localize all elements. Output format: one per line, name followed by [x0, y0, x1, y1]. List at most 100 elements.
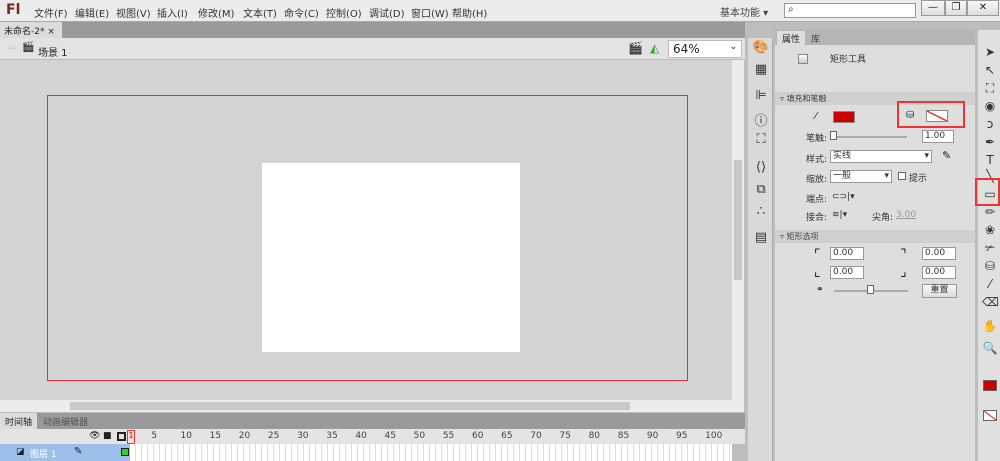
swatches-icon[interactable]: ▦	[752, 62, 770, 80]
frame-number: 35	[326, 431, 338, 441]
restore-button[interactable]: ❐	[945, 0, 967, 16]
menu-item[interactable]: 编辑(E)	[75, 5, 109, 20]
bone-tool-icon[interactable]: ✃	[982, 240, 998, 256]
color-icon[interactable]: 🎨	[752, 40, 770, 58]
style-value: 实线	[833, 151, 852, 161]
cap-select[interactable]: ⊂⊃|▾	[832, 192, 855, 202]
fill-color-swatch[interactable]	[926, 110, 948, 122]
playhead[interactable]: 1	[127, 430, 135, 444]
close-tab-icon[interactable]: ×	[47, 27, 55, 37]
scale-label: 缩放:	[806, 175, 828, 185]
menu-item[interactable]: 文本(T)	[243, 5, 277, 20]
chevron-down-icon: ▾	[924, 151, 929, 161]
layer-color-icon[interactable]	[121, 448, 129, 456]
stroke-color-swatch[interactable]	[833, 111, 855, 123]
corner-br-input[interactable]: 0.00	[922, 266, 956, 279]
pencil-tool-icon[interactable]: ✏	[982, 204, 998, 220]
style-select[interactable]: 实线 ▾	[830, 150, 932, 163]
eyedropper-tool-icon[interactable]: ⁄	[982, 276, 998, 292]
eye-icon[interactable]: 👁	[89, 431, 100, 441]
close-button[interactable]: ✕	[967, 0, 999, 16]
frame-number: 60	[471, 431, 484, 441]
rectangle-shape[interactable]	[262, 163, 520, 352]
menu-item[interactable]: 视图(V)	[116, 5, 151, 20]
tab-library[interactable]: 库	[806, 31, 825, 45]
zoom-select[interactable]: 64% ⌄	[668, 40, 742, 58]
align-icon[interactable]: ⊫	[752, 88, 770, 106]
toolbar-stroke-color[interactable]	[983, 380, 997, 391]
rect-options-section[interactable]: ▿ 矩形选项	[775, 230, 975, 243]
outline-icon[interactable]	[117, 432, 126, 441]
hint-checkbox[interactable]	[898, 172, 906, 180]
motion-presets-icon[interactable]: ∴	[752, 204, 770, 222]
back-arrow-icon[interactable]: ⇦	[8, 43, 16, 54]
miter-value[interactable]: 3.00	[896, 210, 916, 220]
document-tab[interactable]: 未命名-2* ×	[0, 22, 62, 38]
toolbar-fill-color[interactable]	[983, 410, 997, 421]
stroke-slider-track[interactable]	[832, 136, 907, 138]
paint-bucket-tool-icon[interactable]: ⛁	[982, 258, 998, 274]
document-tab-label: 未命名-2*	[4, 27, 45, 37]
layer-name[interactable]: 图层 1	[30, 447, 57, 460]
chevron-down-icon: ▾	[884, 171, 889, 181]
frame-number: 40	[355, 431, 367, 441]
tab-timeline[interactable]: 时间轴	[0, 413, 38, 429]
pen-tool-icon[interactable]: ✒	[982, 134, 998, 150]
reset-button[interactable]: 重置	[922, 284, 957, 298]
vertical-scroll-thumb[interactable]	[734, 160, 742, 280]
horizontal-scroll-thumb[interactable]	[70, 402, 630, 410]
frame-number: 30	[297, 431, 309, 441]
menu-item[interactable]: 文件(F)	[34, 5, 68, 20]
edit-stroke-style-icon[interactable]: ✎	[942, 149, 951, 162]
frame-grid[interactable]	[130, 444, 732, 461]
tab-properties[interactable]: 属性	[777, 31, 806, 45]
text-tool-icon[interactable]: T	[982, 152, 998, 168]
corner-tl-input[interactable]: 0.00	[830, 247, 864, 260]
corner-bl-input[interactable]: 0.00	[830, 266, 864, 279]
subselection-tool-icon[interactable]: ↖	[982, 62, 998, 78]
menu-item[interactable]: 控制(O)	[326, 5, 362, 20]
menu-item[interactable]: 修改(M)	[198, 5, 234, 20]
info-icon[interactable]: ⓘ	[752, 110, 770, 129]
edit-scene-icon[interactable]: 🎬	[628, 41, 643, 55]
components-icon[interactable]: ⧉	[752, 182, 770, 200]
menu-item[interactable]: 命令(C)	[284, 5, 319, 20]
scene-label: 场景 1	[38, 48, 68, 59]
lock-icon[interactable]: ■	[103, 431, 112, 441]
free-transform-tool-icon[interactable]: ⛶	[982, 80, 998, 96]
workspace-switcher[interactable]: 基本功能 ▾	[720, 4, 768, 19]
scale-select[interactable]: 一般 ▾	[830, 170, 892, 183]
app-logo: Fl	[6, 2, 21, 18]
code-snippets-icon[interactable]: ⟨⟩	[752, 160, 770, 178]
menu-item[interactable]: 插入(I)	[157, 5, 188, 20]
section-title: 填充和笔触	[786, 94, 827, 103]
lasso-tool-icon[interactable]: ↄ	[982, 116, 998, 132]
project-icon[interactable]: ▤	[752, 230, 770, 248]
hand-tool-icon[interactable]: ✋	[982, 318, 998, 334]
transform-icon[interactable]: ⛶	[752, 132, 770, 150]
selection-tool-icon[interactable]: ➤	[982, 44, 998, 60]
frame-number: 90	[646, 431, 659, 441]
link-icon[interactable]: ⚭	[816, 285, 824, 295]
menu-item[interactable]: 帮助(H)	[452, 5, 487, 20]
tab-motion-editor[interactable]: 动画编辑器	[38, 413, 93, 429]
zoom-tool-icon[interactable]: 🔍	[982, 340, 998, 356]
search-input[interactable]: ⌕	[784, 3, 916, 18]
corner-slider-thumb[interactable]	[867, 285, 874, 294]
corner-br-icon: ⌟	[900, 264, 907, 280]
frame-number: 65	[501, 431, 513, 441]
minimize-button[interactable]: —	[921, 0, 945, 16]
stroke-slider-thumb[interactable]	[830, 131, 837, 140]
deco-tool-icon[interactable]: ❀	[982, 222, 998, 238]
join-select[interactable]: ≋|▾	[832, 210, 847, 220]
eraser-tool-icon[interactable]: ⌫	[982, 294, 999, 310]
stroke-label: 笔触:	[806, 134, 828, 144]
stroke-width-input[interactable]: 1.00	[922, 130, 954, 143]
corner-tr-input[interactable]: 0.00	[922, 247, 956, 260]
document-tabbar	[0, 22, 745, 38]
3d-rotation-tool-icon[interactable]: ◉	[982, 98, 998, 114]
edit-symbol-icon[interactable]: ◭	[650, 41, 659, 55]
menu-item[interactable]: 调试(D)	[369, 5, 405, 20]
menu-item[interactable]: 窗口(W)	[411, 5, 449, 20]
frame-number: 70	[530, 431, 542, 441]
